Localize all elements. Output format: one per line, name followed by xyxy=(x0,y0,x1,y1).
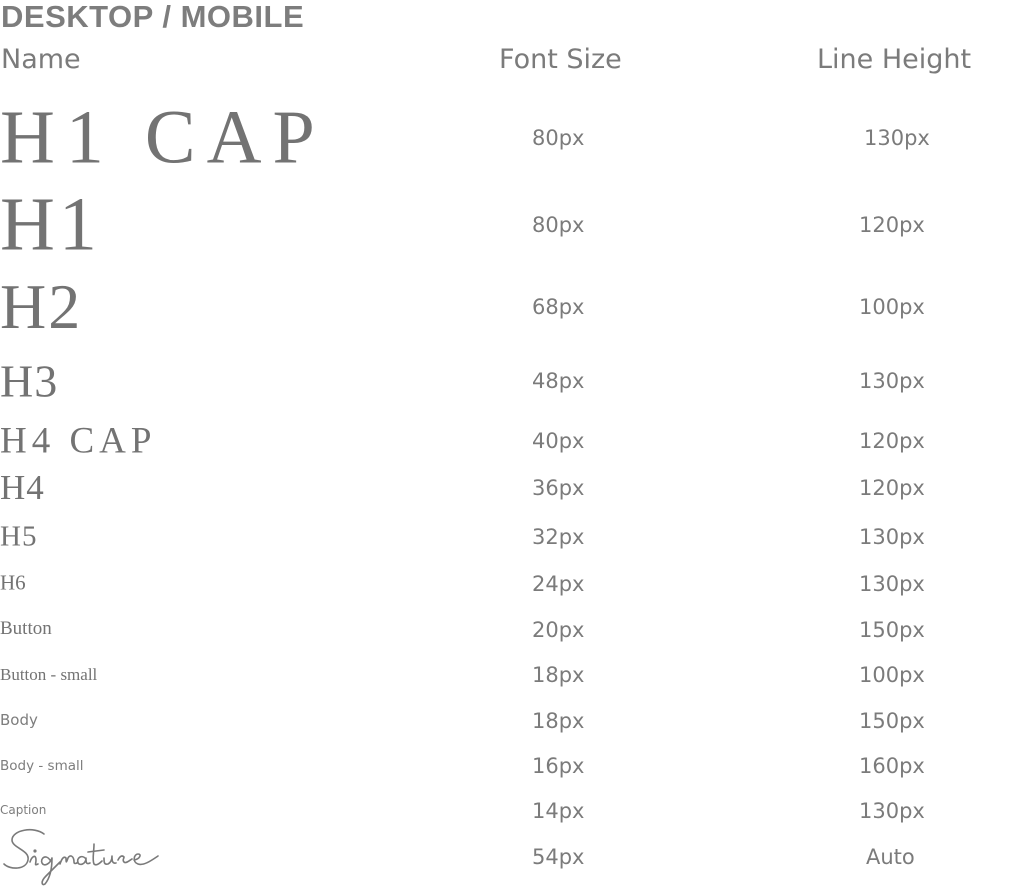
font-size-value-signature: 54px xyxy=(532,845,585,869)
font-size-value-h4-cap: 40px xyxy=(532,429,585,453)
font-size-value-h3: 48px xyxy=(532,369,585,393)
style-name-signature xyxy=(0,826,162,886)
font-size-value-h5: 32px xyxy=(532,525,585,549)
style-name-h4-cap: H4 CAP xyxy=(0,420,157,462)
font-size-value-h1: 80px xyxy=(532,213,585,237)
line-height-value-h6: 130px xyxy=(859,572,925,596)
line-height-value-caption: 130px xyxy=(859,799,925,823)
style-name-h5: H5 xyxy=(0,520,38,553)
font-size-value-caption: 14px xyxy=(532,799,585,823)
style-name-button-small: Button - small xyxy=(0,665,98,684)
font-size-value-h6: 24px xyxy=(532,572,585,596)
line-height-value-h4: 120px xyxy=(859,476,925,500)
style-name-button: Button xyxy=(0,618,52,639)
style-name-h3: H3 xyxy=(0,355,59,407)
column-header-line-height: Line Height xyxy=(817,44,972,75)
line-height-value-body-small: 160px xyxy=(859,754,925,778)
line-height-value-h4-cap: 120px xyxy=(859,429,925,453)
line-height-value-h2: 100px xyxy=(859,295,925,319)
style-name-h4: H4 xyxy=(0,468,45,507)
style-name-h1: H1 xyxy=(0,182,101,267)
font-size-value-button-small: 18px xyxy=(532,663,585,687)
line-height-value-body: 150px xyxy=(859,709,925,733)
style-name-h2: H2 xyxy=(0,271,83,342)
line-height-value-button-small: 100px xyxy=(859,663,925,687)
font-size-value-h4: 36px xyxy=(532,476,585,500)
signature-script-drawing xyxy=(3,828,159,886)
font-size-value-h2: 68px xyxy=(532,295,585,319)
column-header-name: Name xyxy=(1,44,81,75)
style-name-body-small: Body - small xyxy=(0,758,84,774)
font-size-value-button: 20px xyxy=(532,618,585,642)
style-name-caption: Caption xyxy=(0,803,47,817)
style-name-h6: H6 xyxy=(0,570,26,595)
font-size-value-body-small: 16px xyxy=(532,754,585,778)
line-height-value-h5: 130px xyxy=(859,525,925,549)
section-title: DESKTOP / MOBILE xyxy=(1,0,305,34)
font-size-value-body: 18px xyxy=(532,709,585,733)
column-header-font-size: Font Size xyxy=(499,44,622,75)
font-size-value-h1-cap: 80px xyxy=(532,126,585,150)
style-name-h1-cap: H1 CAP xyxy=(0,95,326,180)
line-height-value-h1: 120px xyxy=(859,213,925,237)
line-height-value-signature: Auto xyxy=(866,845,915,869)
line-height-value-h1-cap: 130px xyxy=(864,126,930,150)
style-name-body: Body xyxy=(0,711,38,729)
line-height-value-h3: 130px xyxy=(859,369,925,393)
line-height-value-button: 150px xyxy=(859,618,925,642)
